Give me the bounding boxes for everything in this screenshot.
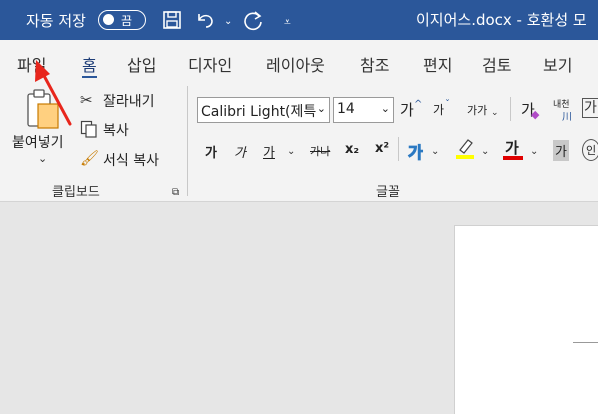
- font-group-label: 글꼴: [376, 185, 400, 200]
- document-page[interactable]: [454, 225, 598, 414]
- group-divider: [187, 86, 188, 196]
- font-name-value: Calibri Light(제특: [201, 104, 317, 120]
- font-color-swatch: [503, 156, 523, 160]
- eraser-icon: ◆: [531, 108, 540, 121]
- copy-icon[interactable]: [80, 120, 98, 142]
- clipboard-group-label: 클립보드: [52, 185, 100, 200]
- grow-arrow-icon: ^: [414, 99, 423, 110]
- highlight-pen-icon[interactable]: [455, 137, 475, 163]
- font-color-button[interactable]: 가: [505, 137, 519, 158]
- font-size-dropdown-icon: ⌄: [380, 102, 390, 115]
- annotation-arrow-icon: [35, 60, 72, 126]
- autosave-state: 끔: [121, 14, 133, 28]
- font-size-box[interactable]: 14 ⌄: [333, 97, 394, 123]
- undo-dropdown-icon[interactable]: ⌄: [224, 12, 232, 32]
- font-name-dropdown-icon: ⌄: [316, 102, 326, 115]
- copy-button[interactable]: 복사: [103, 120, 129, 140]
- character-shading-button[interactable]: 가: [553, 140, 569, 161]
- change-case-button[interactable]: 가가: [467, 102, 487, 118]
- shrink-arrow-icon: ˇ: [445, 99, 450, 110]
- phonetic-sub: 川: [562, 112, 572, 123]
- tab-mailings[interactable]: 편지: [423, 52, 452, 76]
- format-painter-icon[interactable]: 🖌: [80, 149, 99, 167]
- redo-icon[interactable]: [243, 10, 265, 37]
- subscript-button[interactable]: x₂: [345, 142, 359, 157]
- change-case-dropdown-icon[interactable]: ⌄: [491, 104, 499, 122]
- tab-insert[interactable]: 삽입: [127, 52, 156, 76]
- font-size-value: 14: [337, 101, 355, 117]
- tab-references[interactable]: 참조: [360, 52, 389, 76]
- character-border-icon[interactable]: 가: [582, 98, 598, 118]
- highlight-dropdown-icon[interactable]: ⌄: [481, 143, 489, 161]
- text-effects-button[interactable]: 가: [408, 139, 424, 163]
- tab-design[interactable]: 디자인: [188, 52, 232, 76]
- ribbon-tabs: 파일 홈 삽입 디자인 레이아웃 참조 편지 검토 보기: [0, 40, 598, 79]
- format-painter-button[interactable]: 서식 복사: [103, 150, 159, 170]
- tab-review[interactable]: 검토: [482, 52, 511, 76]
- italic-button[interactable]: 가: [234, 142, 246, 161]
- autosave-toggle[interactable]: 끔: [98, 10, 146, 30]
- undo-icon[interactable]: [195, 10, 217, 35]
- toggle-knob: [103, 14, 114, 25]
- superscript-button[interactable]: x²: [375, 141, 389, 156]
- tab-layout[interactable]: 레이아웃: [266, 52, 325, 76]
- paste-dropdown-icon[interactable]: ⌄: [38, 150, 47, 168]
- grow-font-button[interactable]: 가: [400, 99, 414, 120]
- text-cursor-line: [573, 342, 598, 343]
- customize-qat-icon[interactable]: ⩡: [284, 12, 291, 32]
- paste-button[interactable]: 붙여넣기: [12, 132, 64, 152]
- shrink-font-button[interactable]: 가: [433, 101, 444, 118]
- scissors-icon[interactable]: ✂: [80, 91, 93, 109]
- clipboard-launcher-icon[interactable]: ⧉: [172, 184, 179, 202]
- document-title: 이지어스.docx - 호환성 모: [416, 11, 587, 29]
- tab-view[interactable]: 보기: [543, 52, 572, 76]
- font-color-dropdown-icon[interactable]: ⌄: [530, 143, 538, 161]
- strikethrough-button[interactable]: 가나: [310, 143, 330, 159]
- font-divider: [510, 97, 511, 121]
- cut-button[interactable]: 잘라내기: [103, 91, 155, 111]
- font-divider-2: [398, 137, 399, 161]
- save-icon[interactable]: [162, 10, 182, 35]
- bold-button[interactable]: 가: [205, 142, 217, 161]
- text-effects-dropdown-icon[interactable]: ⌄: [431, 143, 439, 161]
- autosave-label: 자동 저장: [26, 12, 86, 30]
- underline-dropdown-icon[interactable]: ⌄: [287, 143, 295, 161]
- underline-button[interactable]: 가: [263, 142, 275, 161]
- tab-home[interactable]: 홈: [82, 52, 97, 79]
- font-name-box[interactable]: Calibri Light(제특 ⌄: [197, 97, 330, 123]
- enclose-characters-button[interactable]: 인: [582, 139, 598, 161]
- title-bar: 자동 저장 끔 ⌄ ⩡ 이지어스.docx - 호환성 모: [0, 0, 598, 40]
